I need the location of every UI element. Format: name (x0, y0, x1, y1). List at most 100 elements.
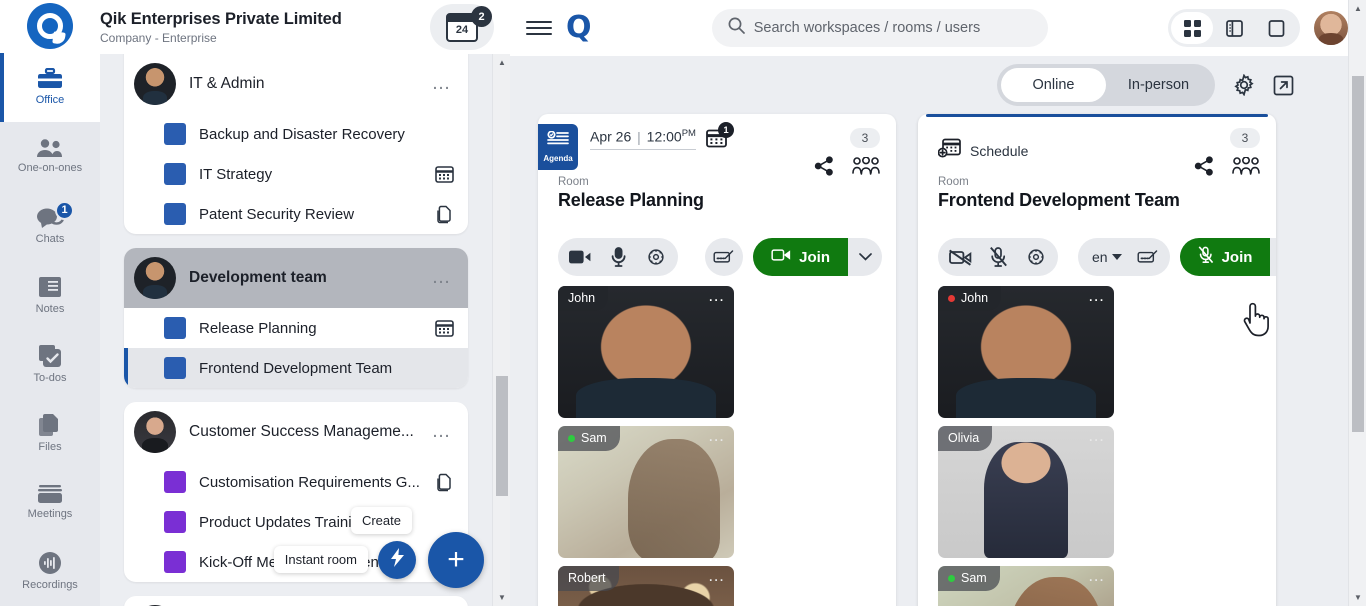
avatar[interactable] (1314, 11, 1348, 45)
participant-name: Sam (961, 571, 987, 585)
instant-room-button[interactable] (378, 541, 416, 579)
room-group-menu-icon[interactable]: … (430, 79, 455, 89)
join-options-caret[interactable] (1270, 238, 1276, 276)
camera-icon[interactable] (564, 241, 596, 273)
list-item[interactable]: IT Strategy (124, 154, 468, 194)
share-icon[interactable] (814, 156, 834, 176)
participants-icon[interactable] (1232, 157, 1260, 175)
hamburger-menu-icon[interactable] (526, 21, 552, 35)
language-and-whiteboard: en (1078, 238, 1170, 276)
participant-tile-robert[interactable]: Robert … (558, 566, 734, 606)
scrollbar-thumb[interactable] (496, 376, 508, 496)
open-external-icon[interactable] (1273, 75, 1294, 96)
list-item[interactable]: Release Planning (124, 308, 468, 348)
notes-icon (38, 275, 62, 299)
participant-menu-icon[interactable]: … (708, 571, 726, 581)
room-group: IT & Admin … Backup and Disaster Recover… (124, 54, 468, 234)
checkbox-icon (38, 344, 62, 368)
room-group-header[interactable]: Customer Success Manageme... … (124, 402, 468, 462)
search-box[interactable] (712, 9, 1048, 47)
room-group-name: Development team (189, 269, 417, 287)
list-item-active[interactable]: Frontend Development Team (124, 348, 468, 388)
whiteboard-icon[interactable] (1132, 241, 1164, 273)
participant-menu-icon[interactable]: … (708, 431, 726, 441)
room-list-scrollbar[interactable]: ▲ ▼ (492, 54, 510, 606)
participant-name-badge: Olivia (938, 426, 992, 451)
meetings-icon (37, 484, 63, 504)
list-item[interactable]: Customisation Requirements G... (124, 462, 468, 502)
qik-brand-mark-icon[interactable]: Q (566, 13, 592, 43)
participant-menu-icon[interactable]: … (1088, 291, 1106, 301)
calendar-button[interactable]: 24 2 (430, 4, 494, 50)
participant-menu-icon[interactable]: … (1088, 571, 1106, 581)
status-dot (948, 295, 955, 302)
add-to-calendar-icon (938, 138, 961, 164)
room-action-icons (814, 156, 880, 176)
participant-menu-icon[interactable]: … (1088, 431, 1106, 441)
room-card-release-planning[interactable]: Agenda Apr 26 | 12:00PM 1 (538, 114, 896, 606)
settings-gear-icon[interactable] (1020, 241, 1052, 273)
schedule-label: Schedule (970, 143, 1028, 159)
settings-gear-icon[interactable] (640, 241, 672, 273)
sidebar-item-notes[interactable]: Notes (0, 260, 100, 329)
scrollbar-thumb[interactable] (1352, 76, 1364, 432)
sidebar-item-todos[interactable]: To-dos (0, 329, 100, 398)
documents-icon[interactable] (435, 473, 454, 492)
list-item[interactable]: Patent Security Review (124, 194, 468, 234)
list-item[interactable]: Product Updates Training (124, 502, 468, 542)
calendar-icon[interactable] (435, 165, 454, 183)
participant-tile-sam[interactable]: Sam … (938, 566, 1114, 606)
share-icon[interactable] (1194, 156, 1214, 176)
camera-off-icon[interactable] (944, 241, 976, 273)
room-group-header[interactable]: IT & Admin … (124, 54, 468, 114)
search-input[interactable] (754, 20, 1032, 36)
room-group-menu-icon[interactable]: … (430, 427, 455, 437)
participants-icon[interactable] (852, 157, 880, 175)
scroll-up-arrow-icon[interactable]: ▲ (1349, 0, 1366, 17)
participant-tile-john[interactable]: John … (938, 286, 1114, 418)
join-button[interactable]: Join (753, 238, 848, 276)
split-view-icon[interactable] (1213, 12, 1255, 44)
app-logo[interactable] (0, 0, 100, 53)
page-scrollbar[interactable]: ▲ ▼ (1348, 0, 1366, 606)
avatar (134, 411, 176, 453)
whiteboard-icon[interactable] (705, 238, 743, 276)
participant-tile-sam[interactable]: Sam … (558, 426, 734, 558)
grid-view-icon[interactable] (1171, 12, 1213, 44)
participant-menu-icon[interactable]: … (708, 291, 726, 301)
list-item[interactable]: Backup and Disaster Recovery (124, 114, 468, 154)
sidebar-item-recordings[interactable]: Recordings (0, 537, 100, 606)
scroll-down-arrow-icon[interactable]: ▼ (1349, 589, 1366, 606)
join-options-caret[interactable] (848, 238, 882, 276)
scroll-down-arrow-icon[interactable]: ▼ (493, 589, 510, 606)
room-group-menu-icon[interactable]: … (430, 273, 455, 283)
sidebar-item-chats[interactable]: 1 Chats (0, 191, 100, 260)
room-calendar-button[interactable]: 1 (706, 128, 727, 153)
sidebar-item-one-on-ones[interactable]: One-on-ones (0, 122, 100, 191)
files-icon (38, 413, 62, 437)
gear-icon[interactable] (1233, 74, 1255, 96)
room-card-frontend-development-team[interactable]: Schedule 3 Room (918, 114, 1276, 606)
single-view-icon[interactable] (1255, 12, 1297, 44)
sidebar-item-files[interactable]: Files (0, 398, 100, 467)
scroll-up-arrow-icon[interactable]: ▲ (493, 54, 510, 71)
documents-icon[interactable] (435, 205, 454, 224)
join-button[interactable]: Join (1180, 238, 1271, 276)
microphone-icon[interactable] (602, 241, 634, 273)
sidebar-item-office[interactable]: Office (0, 53, 100, 122)
room-datetime[interactable]: Apr 26 | 12:00PM (590, 128, 696, 150)
calendar-icon[interactable] (435, 319, 454, 337)
calendar-badge: 2 (471, 6, 492, 27)
room-group-header[interactable] (124, 596, 468, 606)
microphone-off-icon[interactable] (982, 241, 1014, 273)
room-list-scroll: IT & Admin … Backup and Disaster Recover… (100, 54, 492, 606)
room-group-header[interactable]: Development team … (124, 248, 468, 308)
agenda-tab-button[interactable]: Agenda (538, 124, 578, 170)
tab-online[interactable]: Online (1001, 68, 1106, 102)
participant-tile-john[interactable]: John … (558, 286, 734, 418)
tab-in-person[interactable]: In-person (1106, 68, 1211, 102)
sidebar-item-meetings[interactable]: Meetings (0, 468, 100, 537)
language-selector[interactable]: en (1084, 249, 1126, 265)
participant-tile-olivia[interactable]: Olivia … (938, 426, 1114, 558)
create-button[interactable]: + (428, 532, 484, 588)
